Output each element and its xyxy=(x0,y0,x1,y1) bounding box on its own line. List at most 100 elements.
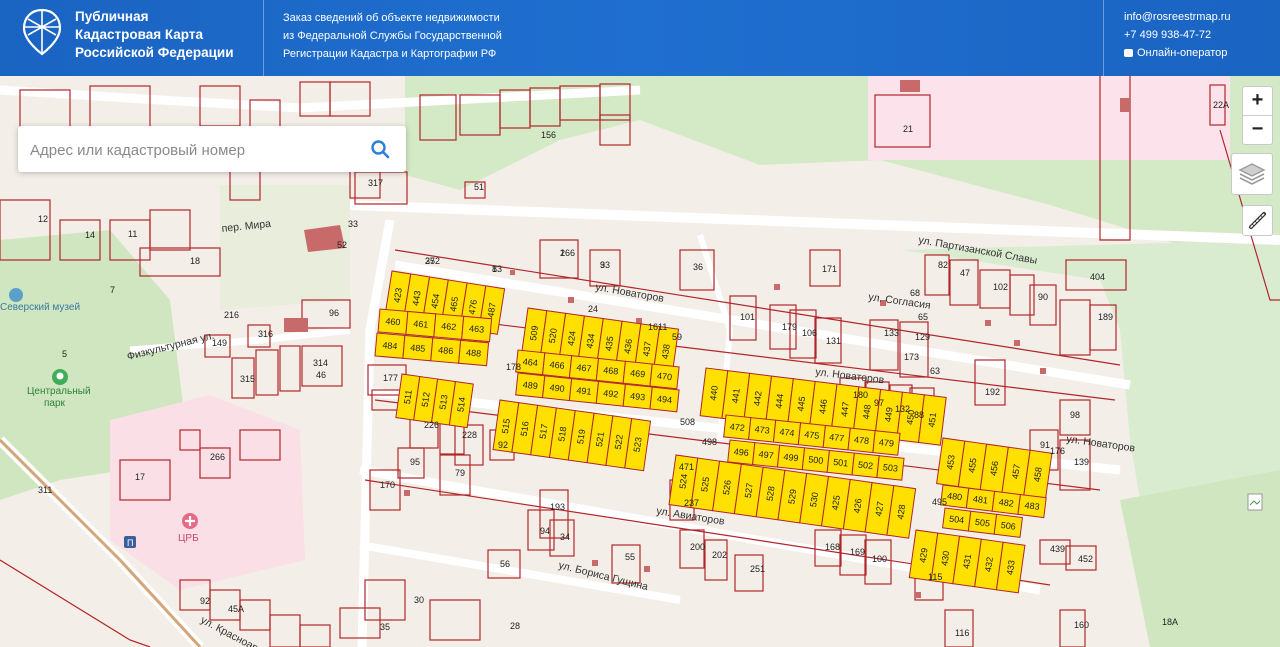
highlighted-parcel[interactable]: 481 xyxy=(965,487,996,512)
parcel-number: 430 xyxy=(939,550,951,566)
parcel-number: 474 xyxy=(779,427,795,439)
parcel-number: 101 xyxy=(740,312,755,322)
highlighted-parcel[interactable]: 469 xyxy=(622,360,653,387)
highlighted-parcel[interactable]: 470 xyxy=(649,363,680,390)
parcel-number: 451 xyxy=(926,412,938,428)
highlighted-parcel[interactable]: 486 xyxy=(430,337,462,364)
highlighted-parcel[interactable]: 482 xyxy=(991,490,1021,515)
highlighted-parcel[interactable]: 489 xyxy=(515,372,546,399)
online-operator-link[interactable]: Онлайн-оператор xyxy=(1124,44,1231,62)
parcel-number: 479 xyxy=(878,437,894,449)
parcel-number: 160 xyxy=(1074,620,1089,630)
parcel-number: 92 xyxy=(200,596,210,606)
highlighted-parcel[interactable]: 502 xyxy=(851,452,880,479)
highlighted-parcel[interactable]: 491 xyxy=(568,378,600,404)
parcel-number: 519 xyxy=(575,429,587,445)
parcel-number: 529 xyxy=(786,488,798,504)
highlighted-parcel[interactable]: 460 xyxy=(377,308,409,335)
search-input[interactable] xyxy=(18,126,362,174)
highlighted-parcel[interactable]: 468 xyxy=(595,357,626,384)
highlighted-parcel[interactable]: 478 xyxy=(847,427,876,454)
highlighted-parcel[interactable]: 503 xyxy=(876,455,905,481)
highlighted-parcel[interactable]: 475 xyxy=(797,422,827,448)
highlighted-parcel[interactable]: 484 xyxy=(374,332,406,359)
parcel-number: 497 xyxy=(758,449,774,461)
online-operator-label: Онлайн-оператор xyxy=(1137,47,1228,59)
parcel-number: 168 xyxy=(825,542,840,552)
layers-button[interactable] xyxy=(1231,153,1273,195)
parcel-number: 464 xyxy=(522,357,538,369)
zoom-in-button[interactable]: + xyxy=(1243,87,1272,116)
parcel-number: 481 xyxy=(972,494,988,506)
highlighted-parcel[interactable]: 467 xyxy=(568,355,600,381)
parcel-number: 428 xyxy=(895,504,907,520)
parcel-number: 521 xyxy=(594,431,606,447)
highlighted-parcel[interactable]: 506 xyxy=(993,513,1023,538)
parcel-number: 445 xyxy=(795,396,807,412)
highlighted-parcel[interactable]: 504 xyxy=(942,507,972,532)
rosreestr-logo-icon[interactable] xyxy=(22,8,62,56)
parcel-number: 129 xyxy=(915,332,930,342)
parcel-number: 447 xyxy=(839,401,851,417)
highlighted-parcel[interactable]: 462 xyxy=(433,313,465,340)
parcel-number: 526 xyxy=(721,479,733,495)
highlighted-parcel[interactable]: 479 xyxy=(872,430,901,456)
highlighted-parcel[interactable]: 472 xyxy=(723,414,752,441)
parcel-number: 504 xyxy=(949,514,965,526)
highlighted-parcel[interactable]: 493 xyxy=(622,383,653,410)
highlighted-parcel[interactable]: 497 xyxy=(752,442,781,468)
parcel-number: 436 xyxy=(622,338,634,354)
parcel-number: 480 xyxy=(947,491,963,503)
phone-link[interactable]: +7 499 938-47-72 xyxy=(1124,26,1231,44)
highlighted-parcel[interactable]: 501 xyxy=(826,449,855,476)
brand-line: Российской Федерации xyxy=(75,45,234,60)
measure-button[interactable] xyxy=(1242,205,1273,236)
highlighted-parcel[interactable]: 461 xyxy=(405,310,437,338)
parcel-number: 24 xyxy=(588,304,598,314)
zoom-out-button[interactable]: − xyxy=(1243,116,1272,144)
parcel-number: 193 xyxy=(550,502,565,512)
parcel-number: 35 xyxy=(380,622,390,632)
highlighted-parcel[interactable]: 492 xyxy=(595,380,626,407)
parcel-number: 478 xyxy=(854,435,870,447)
parcel-number: 475 xyxy=(804,429,820,441)
highlighted-parcel[interactable]: 474 xyxy=(772,419,802,446)
parcel-number: 511 xyxy=(402,389,414,405)
parcel-number: 516 xyxy=(519,421,531,437)
highlighted-parcel[interactable]: 505 xyxy=(967,510,998,535)
parcel-number: 91 xyxy=(1040,440,1050,450)
parcel-number: 455 xyxy=(966,457,978,473)
highlighted-parcel[interactable]: 463 xyxy=(461,315,493,343)
parcel-number: 462 xyxy=(441,321,457,332)
parcel-number: 36 xyxy=(693,262,703,272)
highlighted-parcel[interactable]: 473 xyxy=(748,417,777,443)
parcel-number: 92 xyxy=(498,440,508,450)
highlighted-parcel[interactable]: 490 xyxy=(542,375,573,402)
parcel-number: 82 xyxy=(938,260,948,270)
highlighted-parcel[interactable]: 499 xyxy=(776,444,806,471)
parcel-number: 156 xyxy=(541,130,556,140)
parcel-number: 65 xyxy=(918,312,928,322)
highlighted-parcel[interactable]: 500 xyxy=(801,447,831,473)
highlighted-parcel[interactable]: 485 xyxy=(402,334,434,362)
parcel-number: 3 xyxy=(600,260,605,270)
highlighted-parcel[interactable]: 496 xyxy=(727,439,756,466)
site-header: Публичная Кадастровая Карта Российской Ф… xyxy=(0,0,1280,76)
highlighted-parcel[interactable]: 483 xyxy=(1017,493,1047,519)
parcel-number: 433 xyxy=(1005,559,1017,575)
parcel-number: 12 xyxy=(38,214,48,224)
parcel-number: 490 xyxy=(549,382,565,394)
highlighted-parcel[interactable]: 466 xyxy=(542,352,573,379)
svg-text:П: П xyxy=(127,538,133,548)
parcel-number: 106 xyxy=(802,328,817,338)
search-icon[interactable] xyxy=(370,139,390,159)
highlighted-parcel[interactable]: 494 xyxy=(649,386,680,413)
highlighted-parcel[interactable]: 488 xyxy=(458,339,490,367)
parcel-number: 79 xyxy=(455,468,465,478)
bus-stop-icon[interactable]: П xyxy=(124,536,136,548)
parcel-number: 488 xyxy=(466,347,482,358)
highlighted-parcel[interactable]: 477 xyxy=(822,424,851,451)
parcel-number: 96 xyxy=(329,308,339,318)
email-link[interactable]: info@rosreestrmap.ru xyxy=(1124,8,1231,26)
site-brand[interactable]: Публичная Кадастровая Карта Российской Ф… xyxy=(75,8,234,62)
